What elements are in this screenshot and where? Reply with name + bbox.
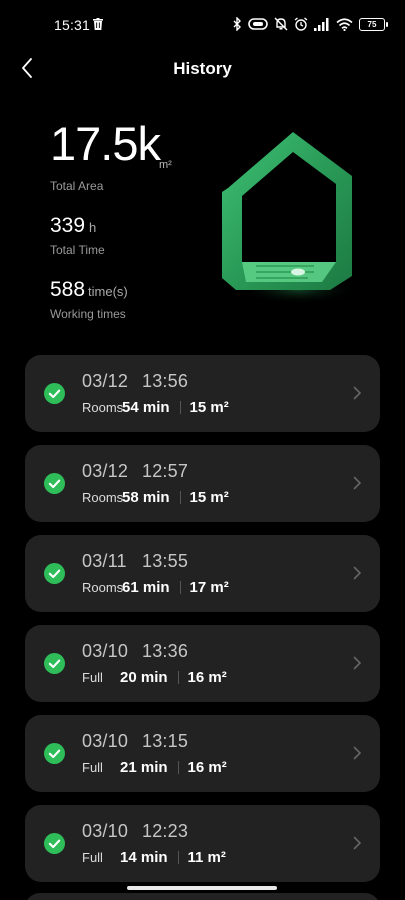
- check-circle-icon: [44, 653, 65, 674]
- working-times-unit: time(s): [88, 284, 128, 299]
- record-duration: 20 min: [120, 669, 168, 686]
- separator: [179, 491, 181, 504]
- total-area-value: 17.5k: [50, 117, 161, 170]
- record-mode: Full: [82, 850, 103, 865]
- record-date: 03/10: [82, 731, 129, 751]
- history-record[interactable]: 03/12 12:57 Rooms 58 min 15 m²: [25, 445, 380, 522]
- battery-icon: 75: [359, 17, 388, 31]
- check-circle-icon: [44, 383, 65, 404]
- total-time-value: 339: [50, 214, 86, 237]
- working-times-row: 588 time(s): [50, 278, 128, 302]
- history-record[interactable]: 03/10 13:36 Full 20 min 16 m²: [25, 625, 380, 702]
- record-time: 13:55: [142, 551, 189, 571]
- record-time: 13:56: [142, 371, 189, 391]
- chevron-right-icon: [353, 476, 362, 490]
- record-area: 11 m²: [187, 849, 226, 866]
- summary-stats: 17.5k m² Total Area 339 h Total Time 588…: [50, 117, 220, 322]
- record-duration: 54 min: [122, 399, 170, 416]
- home-indicator[interactable]: [127, 886, 277, 890]
- history-screen: 15:31 75 History 17.5k m² Total Area 339…: [0, 0, 405, 900]
- chevron-right-icon: [353, 836, 362, 850]
- status-bar: 15:31 75: [0, 0, 405, 50]
- status-time: 15:31: [54, 17, 91, 33]
- record-details: Rooms 54 min 15 m²: [82, 399, 229, 416]
- record-date: 03/10: [82, 641, 129, 661]
- record-mode: Full: [82, 670, 103, 685]
- record-mode: Rooms: [82, 400, 124, 415]
- chevron-right-icon: [353, 386, 362, 400]
- signal-icon: [314, 17, 329, 31]
- history-record[interactable]: 03/11 13:55 Rooms 61 min 17 m²: [25, 535, 380, 612]
- record-details: Full 21 min 16 m²: [82, 759, 227, 776]
- record-duration: 14 min: [120, 849, 168, 866]
- record-date: 03/10: [82, 821, 129, 841]
- history-record[interactable]: 03/10 13:15 Full 21 min 16 m²: [25, 715, 380, 792]
- record-mode: Full: [82, 760, 103, 775]
- separator: [179, 581, 181, 594]
- record-date: 03/12: [82, 371, 129, 391]
- record-mode: Rooms: [82, 490, 124, 505]
- total-time-unit: h: [89, 220, 97, 235]
- status-icons: 75: [233, 16, 388, 32]
- record-duration: 58 min: [122, 489, 170, 506]
- wifi-icon: [336, 17, 353, 31]
- check-circle-icon: [44, 743, 65, 764]
- history-record[interactable]: 03/12 13:56 Rooms 54 min 15 m²: [25, 355, 380, 432]
- record-area: 15 m²: [189, 399, 229, 416]
- alarm-icon: [294, 17, 308, 31]
- record-duration: 21 min: [120, 759, 168, 776]
- working-times-label: Working times: [50, 307, 126, 321]
- separator: [179, 401, 181, 414]
- record-details: Rooms 61 min 17 m²: [82, 579, 229, 596]
- total-area-label: Total Area: [50, 179, 104, 193]
- record-date: 03/11: [82, 551, 127, 571]
- record-mode: Rooms: [82, 580, 124, 595]
- record-duration: 61 min: [122, 579, 170, 596]
- check-circle-icon: [44, 473, 65, 494]
- record-time: 12:23: [142, 821, 189, 841]
- check-circle-icon: [44, 833, 65, 854]
- record-details: Rooms 58 min 15 m²: [82, 489, 229, 506]
- chevron-right-icon: [353, 746, 362, 760]
- house-illustration: [222, 132, 358, 304]
- chevron-right-icon: [353, 656, 362, 670]
- record-area: 16 m²: [187, 669, 227, 686]
- record-area: 16 m²: [187, 759, 227, 776]
- chevron-right-icon: [353, 566, 362, 580]
- total-time-label: Total Time: [50, 243, 105, 257]
- record-time: 13:36: [142, 641, 189, 661]
- record-time: 13:15: [142, 731, 189, 751]
- vibrate-icon: [248, 18, 268, 30]
- separator: [177, 851, 179, 864]
- page-title: History: [173, 59, 232, 78]
- record-date: 03/12: [82, 461, 129, 481]
- mute-bell-icon: [274, 17, 288, 31]
- total-area-unit: m²: [159, 159, 172, 171]
- record-area: 17 m²: [189, 579, 229, 596]
- record-area: 15 m²: [189, 489, 229, 506]
- working-times-value: 588: [50, 278, 86, 301]
- record-details: Full 14 min 11 m²: [82, 849, 226, 866]
- record-time: 12:57: [142, 461, 189, 481]
- history-record[interactable]: 03/10 12:23 Full 14 min 11 m²: [25, 805, 380, 882]
- total-time-row: 339 h: [50, 214, 96, 238]
- record-details: Full 20 min 16 m²: [82, 669, 227, 686]
- bluetooth-icon: [233, 17, 241, 31]
- check-circle-icon: [44, 563, 65, 584]
- trash-icon: [93, 18, 103, 30]
- history-record-partial[interactable]: [25, 893, 380, 900]
- separator: [177, 671, 179, 684]
- separator: [177, 761, 179, 774]
